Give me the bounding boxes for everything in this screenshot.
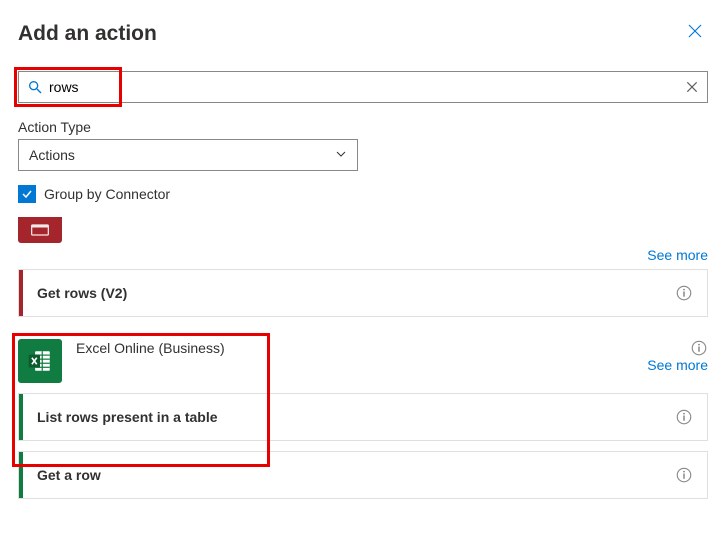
action-label: Get a row xyxy=(37,467,675,483)
action-type-select[interactable]: Actions xyxy=(18,139,358,171)
connector-bar xyxy=(19,270,23,316)
search-box[interactable] xyxy=(18,71,708,103)
info-icon[interactable] xyxy=(675,284,693,302)
action-get-rows-v2[interactable]: Get rows (V2) xyxy=(18,269,708,317)
connector-bar xyxy=(19,394,23,440)
action-type-label: Action Type xyxy=(18,119,708,135)
page-title: Add an action xyxy=(18,22,157,46)
clear-search-button[interactable] xyxy=(685,80,699,94)
action-label: Get rows (V2) xyxy=(37,285,675,301)
action-list-rows-present[interactable]: List rows present in a table xyxy=(18,393,708,441)
action-label: List rows present in a table xyxy=(37,409,675,425)
action-type-value: Actions xyxy=(29,147,75,163)
close-icon xyxy=(686,27,704,44)
see-more-link[interactable]: See more xyxy=(18,247,708,263)
connector-bar xyxy=(19,452,23,498)
info-icon[interactable] xyxy=(690,339,708,357)
info-icon[interactable] xyxy=(675,466,693,484)
connector-excel-title[interactable]: Excel Online (Business) xyxy=(76,340,225,356)
chevron-down-icon xyxy=(335,147,347,163)
search-input[interactable] xyxy=(49,72,685,102)
info-icon[interactable] xyxy=(675,408,693,426)
group-by-connector-label: Group by Connector xyxy=(44,186,170,202)
connector-sql-icon[interactable] xyxy=(18,217,62,243)
see-more-link[interactable]: See more xyxy=(76,357,708,373)
close-button[interactable] xyxy=(682,18,708,49)
search-icon xyxy=(27,79,43,95)
checkmark-icon xyxy=(18,185,36,203)
action-get-a-row[interactable]: Get a row xyxy=(18,451,708,499)
group-by-connector-checkbox[interactable]: Group by Connector xyxy=(18,185,708,203)
excel-icon[interactable] xyxy=(18,339,62,383)
